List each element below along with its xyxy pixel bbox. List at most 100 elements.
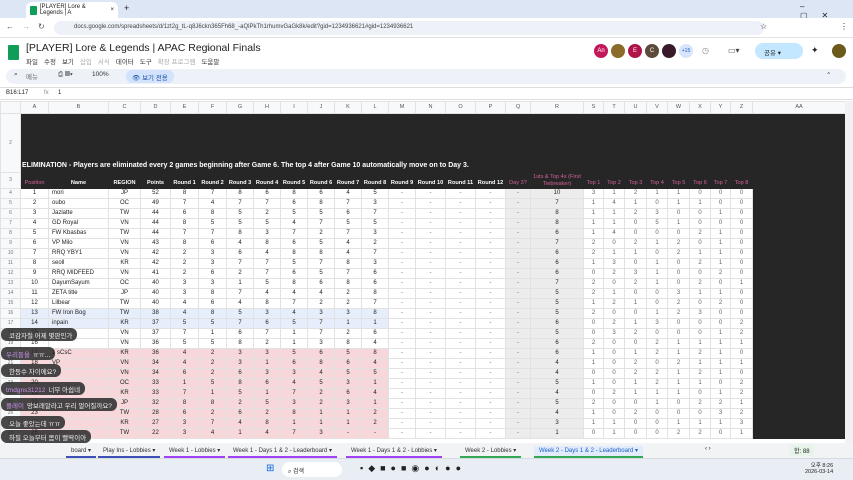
round-2-cell[interactable]: 4 (198, 198, 227, 209)
collapse-icon[interactable]: ⌃ (826, 71, 831, 79)
top-8-cell[interactable]: 0 (730, 308, 753, 319)
round-5-cell[interactable]: 7 (280, 228, 308, 239)
round-7-cell[interactable]: - (334, 428, 362, 439)
top-7-cell[interactable]: 0 (710, 218, 731, 229)
top-8-cell[interactable]: 0 (730, 238, 753, 249)
round-9-cell[interactable]: - (388, 378, 416, 389)
column-header-x[interactable]: X (689, 101, 711, 114)
top-7-cell[interactable]: 0 (710, 308, 731, 319)
top-2-cell[interactable]: 0 (603, 378, 625, 389)
formula-input[interactable]: 1 (58, 90, 61, 96)
round-11-cell[interactable]: - (445, 308, 476, 319)
day3-cell[interactable]: - (505, 248, 531, 259)
round-11-cell[interactable]: - (445, 428, 476, 439)
round-4-cell[interactable]: 7 (253, 198, 281, 209)
round-3-cell[interactable]: 3 (226, 348, 254, 359)
top-1-cell[interactable]: 2 (583, 248, 604, 259)
round-12-cell[interactable]: - (475, 398, 506, 409)
round-4-cell[interactable]: 6 (253, 318, 281, 329)
points-cell[interactable]: 52 (140, 188, 171, 199)
share-button[interactable]: 공유 ▾ (755, 43, 803, 59)
round-11-cell[interactable]: - (445, 288, 476, 299)
tiebreaker-cell[interactable]: 7 (530, 198, 584, 209)
round-4-cell[interactable]: 4 (253, 248, 281, 259)
round-3-cell[interactable]: 8 (226, 338, 254, 349)
round-2-cell[interactable]: 1 (198, 328, 227, 339)
region-cell[interactable]: VN (108, 268, 141, 279)
round-7-cell[interactable]: 5 (334, 348, 362, 359)
top-1-cell[interactable]: 0 (583, 368, 604, 379)
round-11-cell[interactable]: - (445, 328, 476, 339)
round-1-cell[interactable]: 5 (170, 338, 199, 349)
round-7-cell[interactable]: 1 (334, 318, 362, 329)
chevron-down-icon[interactable]: ▾ (512, 448, 516, 454)
forward-icon[interactable]: → (22, 22, 30, 31)
day3-cell[interactable]: - (505, 398, 531, 409)
round-5-cell[interactable]: 8 (280, 408, 308, 419)
top-8-cell[interactable]: 2 (730, 408, 753, 419)
round-1-cell[interactable]: 4 (170, 298, 199, 309)
round-10-cell[interactable]: - (415, 328, 446, 339)
top-8-cell[interactable]: 0 (730, 248, 753, 259)
round-11-cell[interactable]: - (445, 208, 476, 219)
round-11-cell[interactable]: - (445, 388, 476, 399)
top-1-cell[interactable]: 0 (583, 318, 604, 329)
column-header-o[interactable]: O (445, 101, 476, 114)
top-2-cell[interactable]: 1 (603, 218, 625, 229)
round-2-cell[interactable]: 6 (198, 238, 227, 249)
column-header-r[interactable]: R (530, 101, 584, 114)
top-5-cell[interactable]: 1 (667, 218, 690, 229)
round-7-cell[interactable]: 7 (334, 268, 362, 279)
sheet-tab[interactable]: Week 2 - Days 1 & 2 - Leaderboard ▾ (534, 446, 643, 458)
tiebreaker-cell[interactable]: 4 (530, 388, 584, 399)
round-7-cell[interactable]: 2 (334, 298, 362, 309)
day3-cell[interactable]: - (505, 418, 531, 429)
round-4-cell[interactable]: 2 (253, 408, 281, 419)
round-10-cell[interactable]: - (415, 218, 446, 229)
day3-cell[interactable]: - (505, 338, 531, 349)
day3-cell[interactable]: - (505, 358, 531, 369)
round-9-cell[interactable]: - (388, 248, 416, 259)
round-3-cell[interactable]: 1 (226, 428, 254, 439)
round-9-cell[interactable]: - (388, 268, 416, 279)
top-2-cell[interactable]: 2 (603, 318, 625, 329)
top-5-cell[interactable]: 0 (667, 318, 690, 329)
top-4-cell[interactable]: 2 (646, 338, 668, 349)
round-7-cell[interactable]: 7 (334, 228, 362, 239)
round-7-cell[interactable]: 3 (334, 378, 362, 389)
chevron-down-icon[interactable]: ▾ (633, 448, 638, 454)
round-3-cell[interactable]: 8 (226, 188, 254, 199)
round-10-cell[interactable]: - (415, 228, 446, 239)
tiebreaker-cell[interactable]: 1 (530, 428, 584, 439)
top-3-cell[interactable]: 2 (624, 408, 647, 419)
round-10-cell[interactable]: - (415, 198, 446, 209)
top-4-cell[interactable]: 2 (646, 348, 668, 359)
history-icon[interactable]: ◷ (702, 46, 709, 55)
round-6-cell[interactable]: 4 (307, 368, 335, 379)
round-11-cell[interactable]: - (445, 258, 476, 269)
column-header-b[interactable]: B (48, 101, 109, 114)
top-6-cell[interactable]: 1 (689, 418, 711, 429)
round-5-cell[interactable]: 5 (280, 318, 308, 329)
top-7-cell[interactable]: 1 (710, 328, 731, 339)
top-3-cell[interactable]: 2 (624, 238, 647, 249)
round-8-cell[interactable]: 8 (361, 308, 389, 319)
points-cell[interactable]: 32 (140, 398, 171, 409)
top-6-cell[interactable]: 0 (689, 298, 711, 309)
top-8-cell[interactable]: 3 (730, 418, 753, 429)
top-8-cell[interactable]: 0 (730, 368, 753, 379)
top-3-cell[interactable]: 0 (624, 288, 647, 299)
top-3-cell[interactable]: 1 (624, 248, 647, 259)
avatar[interactable] (662, 44, 676, 58)
top-1-cell[interactable]: 0 (583, 328, 604, 339)
round-3-cell[interactable]: 4 (226, 298, 254, 309)
round-7-cell[interactable]: 5 (334, 368, 362, 379)
round-3-cell[interactable]: 5 (226, 218, 254, 229)
points-cell[interactable]: 40 (140, 278, 171, 289)
top-3-cell[interactable]: 0 (624, 218, 647, 229)
name-cell[interactable]: GD Royal (48, 218, 109, 229)
top-2-cell[interactable]: 4 (603, 198, 625, 209)
column-header-t[interactable]: T (603, 101, 625, 114)
menu-item[interactable]: 데이터 (116, 56, 134, 66)
avatar[interactable]: An (594, 44, 608, 58)
